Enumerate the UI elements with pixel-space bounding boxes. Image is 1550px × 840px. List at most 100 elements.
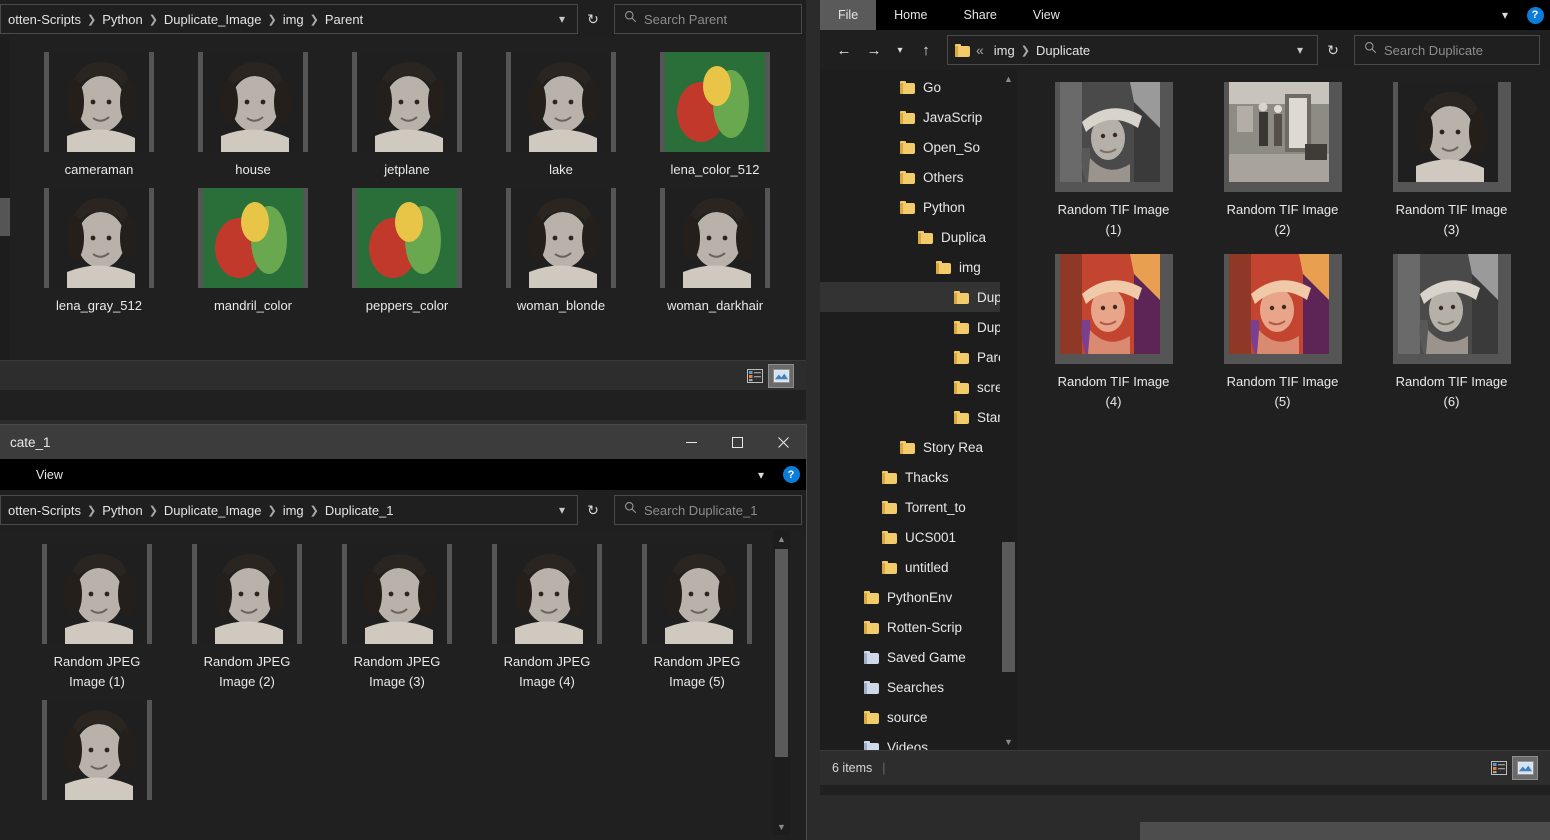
ribbon-tab-share[interactable]: Share	[946, 0, 1015, 30]
breadcrumb-duplicate-1[interactable]: otten-Scripts ❯ Python ❯ Duplicate_Image ❯ img…	[5, 503, 551, 518]
file-tile[interactable]: mandril_color	[176, 188, 330, 316]
details-view-button-parent[interactable]	[742, 364, 768, 388]
file-tile[interactable]: Random JPEG Image (5)	[622, 544, 772, 692]
tree-item-scree[interactable]: scree	[820, 372, 1017, 402]
file-tile[interactable]: Random TIF Image (1)	[1029, 82, 1198, 240]
breadcrumb-segment[interactable]: img	[280, 503, 307, 518]
tree-item-others[interactable]: Others	[820, 162, 1017, 192]
recent-locations-chevron-down-icon[interactable]: ▾	[890, 35, 910, 65]
minimize-button[interactable]	[668, 425, 714, 459]
file-tile[interactable]: lake	[484, 52, 638, 180]
tree-item-ucs001[interactable]: UCS001	[820, 522, 1017, 552]
file-tile[interactable]: woman_darkhair	[638, 188, 792, 316]
tree-item-searches[interactable]: Searches	[820, 672, 1017, 702]
tree-item-stan[interactable]: Stan	[820, 402, 1017, 432]
help-button-duplicate[interactable]: ?	[1520, 0, 1550, 30]
breadcrumb-segment[interactable]: Parent	[322, 12, 366, 27]
explorer-window-parent[interactable]: otten-Scripts ❯ Python ❯ Duplicate_Image ❯ img…	[0, 0, 806, 420]
ribbon-tab-file[interactable]: File	[820, 0, 877, 30]
breadcrumb-overflow-icon[interactable]: «	[975, 42, 989, 58]
file-tile[interactable]: lena_color_512	[638, 52, 792, 180]
tree-item-go[interactable]: Go	[820, 72, 1017, 102]
details-view-button-duplicate[interactable]	[1486, 756, 1512, 780]
file-tile[interactable]: Random TIF Image (5)	[1198, 254, 1367, 412]
tree-item-python[interactable]: Python	[820, 192, 1017, 222]
scroll-up-arrow-icon[interactable]: ▲	[1000, 70, 1017, 87]
ribbon-tab-view-duplicate-1[interactable]: View	[0, 459, 81, 490]
file-tile[interactable]: jetplane	[330, 52, 484, 180]
address-bar-parent[interactable]: otten-Scripts ❯ Python ❯ Duplicate_Image ❯ img…	[0, 4, 578, 34]
tree-item-torrent-to[interactable]: Torrent_to	[820, 492, 1017, 522]
breadcrumb-dropdown-icon-parent[interactable]: ▾	[551, 12, 573, 26]
file-tile[interactable]: house	[176, 52, 330, 180]
file-tile[interactable]: lena_gray_512	[22, 188, 176, 316]
forward-button-duplicate[interactable]: →	[860, 35, 888, 65]
file-tile[interactable]: Random TIF Image (3)	[1367, 82, 1536, 240]
file-tile[interactable]: peppers_color	[330, 188, 484, 316]
back-button-duplicate[interactable]: ←	[830, 35, 858, 65]
breadcrumb-dropdown-icon-duplicate[interactable]: ▾	[1287, 43, 1313, 57]
breadcrumb-segment[interactable]: Duplicate_Image	[161, 12, 265, 27]
tree-item-dup[interactable]: Dup	[820, 282, 1017, 312]
address-bar-duplicate-1[interactable]: otten-Scripts ❯ Python ❯ Duplicate_Image ❯ img…	[0, 495, 578, 525]
explorer-window-duplicate-1[interactable]: cate_1 View ▾ ? otten-Scripts ❯ Python ❯…	[0, 425, 806, 840]
breadcrumb-segment[interactable]: otten-Scripts	[5, 503, 84, 518]
refresh-icon-duplicate[interactable]: ↻	[1320, 42, 1346, 59]
tree-item-pare[interactable]: Pare	[820, 342, 1017, 372]
maximize-button[interactable]	[714, 425, 760, 459]
large-icons-view-button-duplicate[interactable]	[1512, 756, 1538, 780]
file-tile[interactable]: Random JPEG Image (3)	[322, 544, 472, 692]
breadcrumb-parent[interactable]: otten-Scripts ❯ Python ❯ Duplicate_Image ❯ img…	[5, 12, 551, 27]
breadcrumb-segment[interactable]: Python	[99, 503, 145, 518]
large-icons-view-button-parent[interactable]	[768, 363, 794, 388]
tree-item-videos[interactable]: Videos	[820, 732, 1017, 750]
tree-item-thacks[interactable]: Thacks	[820, 462, 1017, 492]
file-tile[interactable]: Random JPEG Image (4)	[472, 544, 622, 692]
search-box-duplicate[interactable]: Search Duplicate	[1354, 35, 1540, 65]
address-bar-duplicate[interactable]: «img ❯ Duplicate ▾	[947, 35, 1318, 65]
tree-item-dup[interactable]: Dup	[820, 312, 1017, 342]
file-tile[interactable]: cameraman	[22, 52, 176, 180]
file-pane-duplicate[interactable]: Random TIF Image (1) Random TIF Image (2)…	[1017, 70, 1550, 750]
refresh-icon-duplicate-1[interactable]: ↻	[580, 502, 606, 519]
file-tile[interactable]: Random JPEG Image (1)	[22, 544, 172, 692]
tree-item-duplica[interactable]: Duplica	[820, 222, 1017, 252]
file-pane-scrollbar-thumb-duplicate-1[interactable]	[775, 549, 788, 757]
scroll-up-arrow-icon-duplicate-1[interactable]: ▲	[773, 530, 790, 547]
breadcrumb-segment[interactable]: otten-Scripts	[5, 12, 84, 27]
ribbon-expand-chevron-down-icon-duplicate-1[interactable]: ▾	[746, 459, 776, 490]
breadcrumb-segment[interactable]: Python	[99, 12, 145, 27]
title-bar-duplicate-1[interactable]: cate_1	[0, 425, 806, 459]
scroll-down-arrow-icon-duplicate-1[interactable]: ▼	[773, 818, 790, 835]
breadcrumb-segment[interactable]: img	[991, 43, 1018, 58]
tree-item-pythonenv[interactable]: PythonEnv	[820, 582, 1017, 612]
background-window-sliver[interactable]	[1140, 822, 1550, 840]
ribbon-tab-home[interactable]: Home	[876, 0, 945, 30]
tree-item-rotten-scrip[interactable]: Rotten-Scrip	[820, 612, 1017, 642]
ribbon-tab-view[interactable]: View	[1015, 0, 1078, 30]
tree-scrollbar-thumb[interactable]	[1002, 542, 1015, 672]
breadcrumb-segment[interactable]: img	[280, 12, 307, 27]
file-tile[interactable]: Random TIF Image (6)	[1367, 254, 1536, 412]
tree-scrollbar[interactable]: ▲ ▼	[1000, 70, 1017, 750]
breadcrumb-segment[interactable]: Duplicate	[1033, 43, 1093, 58]
file-tile[interactable]: Random TIF Image (4)	[1029, 254, 1198, 412]
breadcrumb-duplicate[interactable]: «img ❯ Duplicate	[975, 42, 1287, 58]
up-button-duplicate[interactable]: ↑	[912, 35, 940, 65]
tree-item-open-so[interactable]: Open_So	[820, 132, 1017, 162]
file-tile[interactable]: woman_blonde	[484, 188, 638, 316]
scrollbar-left-sliver[interactable]	[0, 38, 10, 360]
tree-item-javascrip[interactable]: JavaScrip	[820, 102, 1017, 132]
scroll-down-arrow-icon[interactable]: ▼	[1000, 733, 1017, 750]
search-box-parent[interactable]: Search Parent	[614, 4, 802, 34]
tree-item-source[interactable]: source	[820, 702, 1017, 732]
breadcrumb-dropdown-icon-duplicate-1[interactable]: ▾	[551, 503, 573, 517]
help-button-duplicate-1[interactable]: ?	[776, 459, 806, 490]
search-box-duplicate-1[interactable]: Search Duplicate_1	[614, 495, 802, 525]
tree-item-img[interactable]: img	[820, 252, 1017, 282]
breadcrumb-segment[interactable]: Duplicate_Image	[161, 503, 265, 518]
ribbon-expand-chevron-down-icon[interactable]: ▾	[1490, 0, 1520, 30]
tree-item-saved-game[interactable]: Saved Game	[820, 642, 1017, 672]
navigation-tree-duplicate[interactable]: Go JavaScrip Open_So Others Python Duplica img…	[820, 70, 1017, 750]
refresh-icon-parent[interactable]: ↻	[580, 11, 606, 28]
